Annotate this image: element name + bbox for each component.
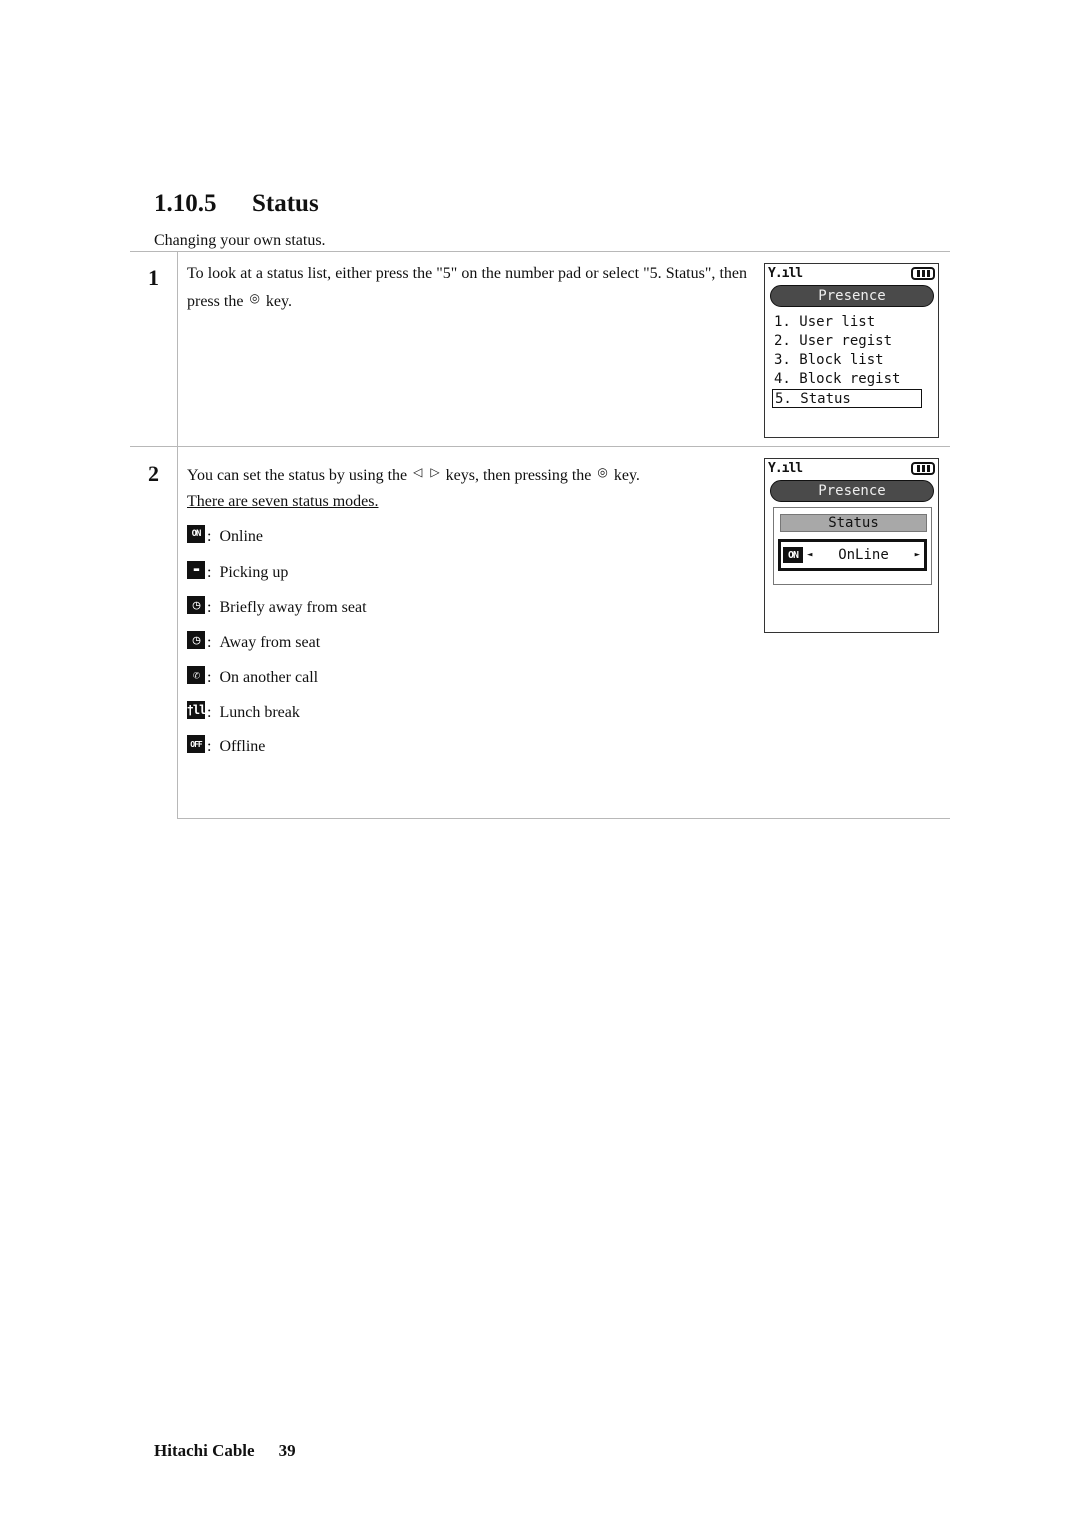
picking-up-icon: ▬	[187, 561, 205, 579]
status-mode-briefly-away: ◷: Briefly away from seat	[187, 596, 367, 619]
status-mode-picking-up: ▬: Picking up	[187, 561, 289, 584]
status-panel-title: Status	[780, 514, 927, 532]
table-column-divider	[177, 251, 178, 819]
menu-item-block-list[interactable]: 3. Block list	[772, 351, 922, 370]
right-arrow-icon[interactable]: ►	[915, 550, 920, 560]
signal-strength-icon: Y.ıll	[768, 266, 803, 281]
status-mode-label: On another call	[219, 669, 319, 686]
section-number: 1.10.5	[154, 190, 217, 217]
battery-icon	[911, 267, 935, 280]
select-key-icon: ◎	[249, 291, 260, 305]
status-mode-online: ON: Online	[187, 525, 263, 548]
select-key-icon: ◎	[597, 465, 608, 479]
status-mode-label: Briefly away from seat	[219, 599, 367, 616]
step-number: 2	[148, 461, 159, 486]
menu-item-user-regist[interactable]: 2. User regist	[772, 332, 922, 351]
status-mode-label: Away from seat	[219, 634, 321, 651]
section-intro: Changing your own status.	[154, 232, 326, 249]
status-mode-label: Lunch break	[219, 704, 300, 721]
status-value: OnLine	[838, 547, 889, 563]
menu-item-user-list[interactable]: 1. User list	[772, 313, 922, 332]
phone-screen-presence-menu: Y.ıll Presence 1. User list 2. User regi…	[764, 263, 939, 438]
step-1-instruction: To look at a status list, either press t…	[187, 261, 747, 314]
fork-knife-icon: †ll	[186, 701, 206, 719]
status-mode-away: ◷: Away from seat	[187, 631, 321, 654]
menu-item-status[interactable]: 5. Status	[772, 389, 922, 408]
status-mode-on-another-call: ✆: On another call	[187, 666, 319, 689]
status-mode-label: Picking up	[219, 564, 289, 581]
screen-title: Presence	[770, 480, 934, 502]
battery-icon	[911, 462, 935, 475]
status-mode-lunch-break: †ll: Lunch break	[186, 701, 300, 721]
section-heading: 1.10.5 Status	[154, 190, 319, 218]
phone-screen-status-select: Y.ıll Presence Status ON ◄ OnLine ►	[764, 458, 939, 633]
online-icon: ON	[187, 525, 205, 543]
status-mode-label: Online	[219, 528, 263, 545]
page-number: 39	[278, 1441, 296, 1460]
section-title: Status	[252, 190, 319, 217]
step-2-text: You can set the status by using the	[187, 467, 408, 484]
step-separator-rule	[130, 446, 950, 447]
table-top-rule	[130, 251, 950, 252]
table-bottom-rule	[177, 818, 950, 819]
step-1-text-end: key.	[265, 293, 292, 310]
footer-brand: Hitachi Cable	[154, 1441, 255, 1460]
menu-item-block-regist[interactable]: 4. Block regist	[772, 370, 922, 389]
left-key-icon: ◁	[413, 465, 423, 479]
presence-menu: 1. User list 2. User regist 3. Block lis…	[772, 313, 922, 408]
right-key-icon: ▷	[430, 465, 440, 479]
phone-icon: ✆	[187, 666, 205, 684]
online-icon: ON	[783, 547, 803, 563]
clock-icon: ◷	[187, 596, 205, 614]
screen-title: Presence	[770, 285, 934, 307]
left-arrow-icon[interactable]: ◄	[807, 550, 812, 560]
status-panel: Status ON ◄ OnLine ►	[773, 507, 932, 585]
step-2-text-end: key.	[613, 467, 640, 484]
step-number: 1	[148, 265, 159, 290]
page-footer: Hitachi Cable 39	[154, 1441, 296, 1461]
offline-icon: OFF	[187, 735, 205, 753]
step-2-text-middle: keys, then pressing the	[445, 467, 592, 484]
status-modes-note: There are seven status modes.	[187, 493, 379, 510]
status-mode-offline: OFF: Offline	[187, 735, 266, 758]
signal-strength-icon: Y.ıll	[768, 461, 803, 476]
clock-icon: ◷	[187, 631, 205, 649]
status-mode-label: Offline	[219, 738, 266, 755]
status-selector[interactable]: ON ◄ OnLine ►	[778, 539, 927, 571]
step-2-instruction: You can set the status by using the ◁ ▷ …	[187, 460, 747, 488]
